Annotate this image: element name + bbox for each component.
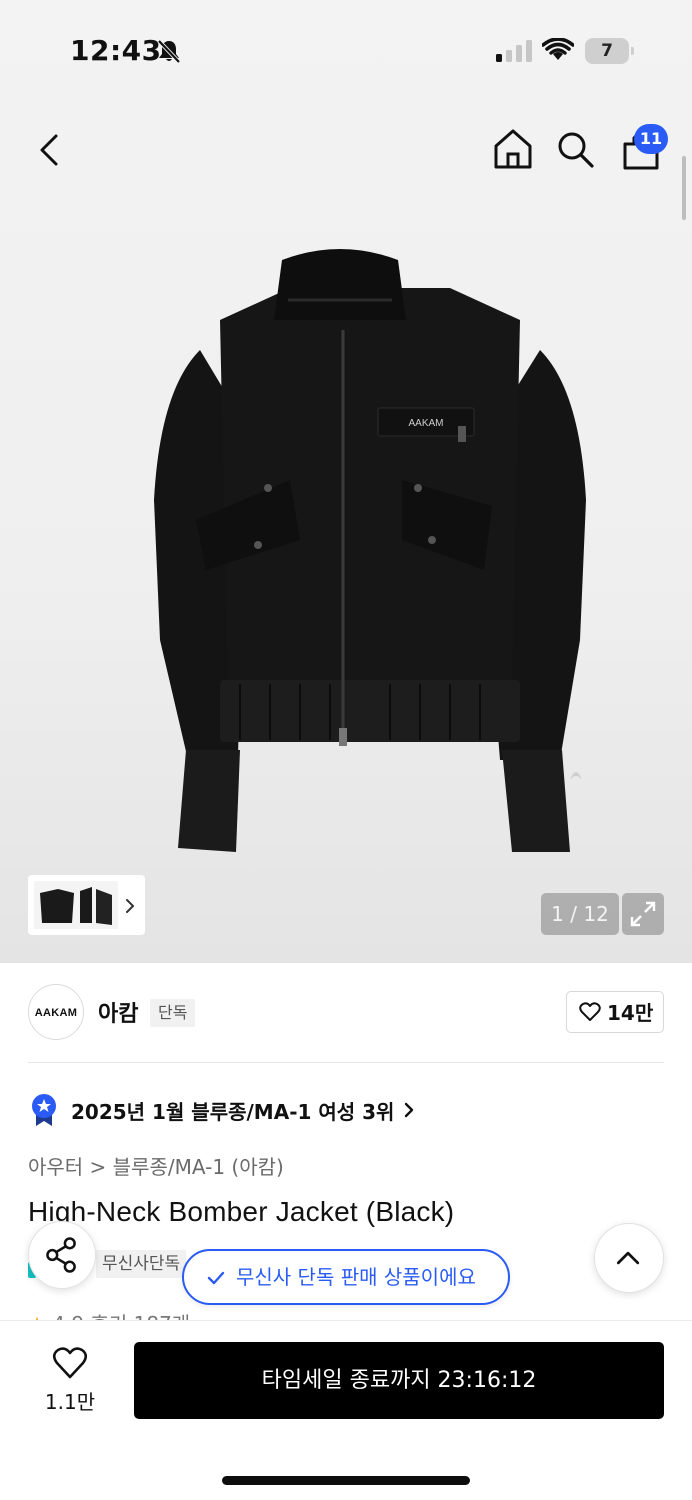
breadcrumb[interactable]: 아우터 > 블루종/MA-1 (아캄) bbox=[28, 1151, 284, 1180]
jacket-logo-text: AAKAM bbox=[408, 418, 443, 429]
brand-logo[interactable]: AAKAM bbox=[28, 984, 84, 1040]
chevron-up-icon bbox=[616, 1251, 640, 1265]
battery-level: 7 bbox=[585, 38, 629, 64]
brand-like-button[interactable]: 14만 bbox=[566, 991, 664, 1033]
home-icon[interactable] bbox=[490, 126, 536, 172]
divider bbox=[28, 1062, 664, 1063]
home-indicator[interactable] bbox=[222, 1476, 470, 1485]
heart-icon bbox=[579, 1002, 601, 1021]
search-icon[interactable] bbox=[554, 128, 596, 170]
wifi-icon bbox=[542, 38, 574, 60]
toast-text: 무신사 단독 판매 상품이에요 bbox=[236, 1265, 476, 1289]
cart-count-badge: 11 bbox=[634, 124, 668, 154]
status-bar: 12:43 7 bbox=[0, 0, 692, 100]
brand-like-count: 14만 bbox=[607, 1001, 654, 1025]
chevron-right-icon[interactable] bbox=[120, 896, 140, 916]
status-time: 12:43 bbox=[70, 34, 162, 67]
bell-off-icon bbox=[157, 39, 181, 64]
product-gallery[interactable]: 12:43 7 11 AAKAM 1 / 12 bbox=[0, 0, 692, 963]
wish-count: 1.1만 bbox=[44, 1390, 96, 1414]
rating-text: 4.9 후기 187개 bbox=[52, 1312, 190, 1320]
battery-icon: 7 bbox=[585, 38, 635, 64]
check-icon bbox=[207, 1271, 225, 1285]
brand-name[interactable]: 아캄 bbox=[98, 996, 138, 1028]
scroll-top-button[interactable] bbox=[594, 1223, 664, 1293]
medal-icon bbox=[32, 1094, 56, 1126]
back-arrow-icon[interactable] bbox=[28, 126, 72, 174]
share-button[interactable] bbox=[28, 1221, 96, 1289]
exclusive-toast: 무신사 단독 판매 상품이에요 bbox=[182, 1249, 510, 1305]
exclusive-badge: 단독 bbox=[150, 999, 196, 1027]
exclusive-label: 무신사단독 bbox=[96, 1250, 187, 1278]
thumbnail-image[interactable] bbox=[34, 881, 118, 929]
ranking-link[interactable]: 2025년 1월 블루종/MA-1 여성 3위 bbox=[71, 1096, 394, 1125]
scroll-indicator bbox=[682, 156, 686, 220]
star-icon: ★ bbox=[28, 1312, 46, 1320]
expand-button[interactable] bbox=[622, 893, 664, 935]
rating-row[interactable]: ★ 4.9 후기 187개 bbox=[28, 1308, 328, 1320]
chevron-right-icon[interactable] bbox=[400, 1100, 418, 1120]
buy-button[interactable]: 타임세일 종료까지 23:16:12 bbox=[134, 1342, 664, 1419]
heart-icon[interactable] bbox=[52, 1346, 88, 1380]
share-icon bbox=[46, 1237, 76, 1273]
expand-icon bbox=[630, 901, 656, 927]
image-page-counter: 1 / 12 bbox=[541, 893, 619, 935]
product-image[interactable]: AAKAM bbox=[140, 240, 600, 860]
signal-icon bbox=[496, 40, 532, 62]
